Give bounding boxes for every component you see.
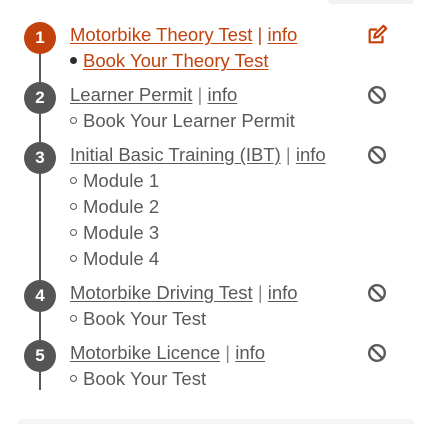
filled-bullet-icon: [70, 56, 77, 64]
blocked-icon: [368, 284, 386, 302]
book-learner-permit-text: Book Your Learner Permit: [83, 110, 295, 131]
step-subitem: Module 4: [70, 246, 159, 272]
title-separator: |: [197, 84, 203, 105]
step-title-line: Motorbike Licence | info: [70, 340, 265, 366]
step-subitem: Module 2: [70, 194, 159, 220]
driving-test-link[interactable]: Motorbike Driving Test: [70, 282, 253, 303]
step-title-line: Learner Permit | info: [70, 82, 237, 108]
edit-icon[interactable]: [366, 24, 388, 46]
learner-permit-link[interactable]: Learner Permit: [70, 84, 192, 105]
step-number-badge: 5: [24, 340, 56, 372]
ibt-info-link[interactable]: info: [296, 144, 326, 165]
hollow-bullet-icon: [70, 176, 77, 184]
book-licence-test-text: Book Your Test: [83, 368, 207, 389]
step-subitem: Book Your Test: [70, 306, 206, 332]
step-subitem: Book Your Theory Test: [70, 48, 268, 74]
theory-test-info-link[interactable]: info: [267, 24, 297, 45]
step-title-line: Motorbike Theory Test | info: [70, 22, 297, 48]
hollow-bullet-icon: [70, 202, 77, 210]
driving-test-info-link[interactable]: info: [268, 282, 298, 303]
book-driving-test-text: Book Your Test: [83, 308, 207, 329]
title-separator: |: [285, 144, 291, 165]
book-theory-test-link[interactable]: Book Your Theory Test: [83, 50, 268, 71]
progress-steps: 1 Motorbike Theory Test | info Book Your…: [0, 0, 427, 424]
step-number-badge: 3: [24, 142, 56, 174]
learner-permit-info-link[interactable]: info: [207, 84, 237, 105]
step-number-badge: 1: [24, 22, 56, 54]
title-separator: |: [257, 282, 263, 303]
module-4-text: Module 4: [83, 248, 160, 269]
licence-info-link[interactable]: info: [235, 342, 265, 363]
step-title-line: Motorbike Driving Test | info: [70, 280, 298, 306]
hollow-bullet-icon: [70, 374, 77, 382]
module-2-text: Module 2: [83, 196, 160, 217]
step-title-line: Initial Basic Training (IBT) | info: [70, 142, 326, 168]
module-1-text: Module 1: [83, 170, 160, 191]
step-number-badge: 2: [24, 82, 56, 114]
hollow-bullet-icon: [70, 116, 77, 124]
step-subitem: Book Your Learner Permit: [70, 108, 295, 134]
ibt-link[interactable]: Initial Basic Training (IBT): [70, 144, 281, 165]
step-number-badge: 4: [24, 280, 56, 312]
step-subitem: Book Your Test: [70, 366, 206, 392]
blocked-icon: [368, 344, 386, 362]
bottom-panel-edge: [18, 419, 414, 424]
theory-test-link[interactable]: Motorbike Theory Test: [70, 24, 252, 45]
module-3-text: Module 3: [83, 222, 160, 243]
blocked-icon: [368, 86, 386, 104]
hollow-bullet-icon: [70, 314, 77, 322]
hollow-bullet-icon: [70, 254, 77, 262]
step-subitem: Module 1: [70, 168, 159, 194]
licence-link[interactable]: Motorbike Licence: [70, 342, 220, 363]
step-subitem: Module 3: [70, 220, 159, 246]
blocked-icon: [368, 146, 386, 164]
title-separator: |: [225, 342, 231, 363]
hollow-bullet-icon: [70, 228, 77, 236]
title-separator: |: [257, 24, 263, 45]
